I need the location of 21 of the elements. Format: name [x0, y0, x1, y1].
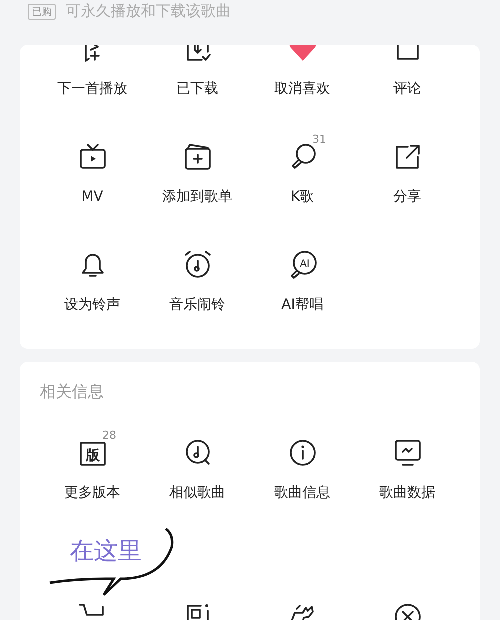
action-label[interactable]: 取消喜欢 [274, 81, 330, 97]
purchased-badge: 已购 [28, 4, 56, 20]
count-label: 28 [102, 429, 116, 442]
action-label[interactable]: MV [82, 189, 104, 205]
action-label[interactable]: 添加到歌单 [162, 189, 232, 205]
action-label[interactable]: 更多版本 [64, 485, 120, 501]
action-label[interactable]: K歌 [290, 189, 314, 205]
purchase-note: 可永久播放和下载该歌曲 [66, 2, 231, 21]
action-label[interactable]: 歌曲数据 [380, 485, 436, 501]
count-label: 31 [312, 133, 326, 146]
action-label[interactable]: 下一首播放 [58, 81, 128, 97]
action-label[interactable]: 评论 [394, 81, 422, 97]
action-label[interactable]: 音乐闹铃 [170, 297, 226, 313]
action-label[interactable]: 歌曲信息 [274, 485, 330, 501]
section-title: 相关信息 [40, 382, 105, 403]
callout-text: 在这里 [70, 537, 142, 565]
action-label[interactable]: 分享 [394, 189, 422, 205]
action-label[interactable]: 设为铃声 [64, 297, 120, 313]
action-label[interactable]: 相似歌曲 [170, 485, 226, 501]
action-label[interactable]: 已下载 [176, 81, 218, 97]
action-label[interactable]: AI帮唱 [282, 297, 324, 313]
